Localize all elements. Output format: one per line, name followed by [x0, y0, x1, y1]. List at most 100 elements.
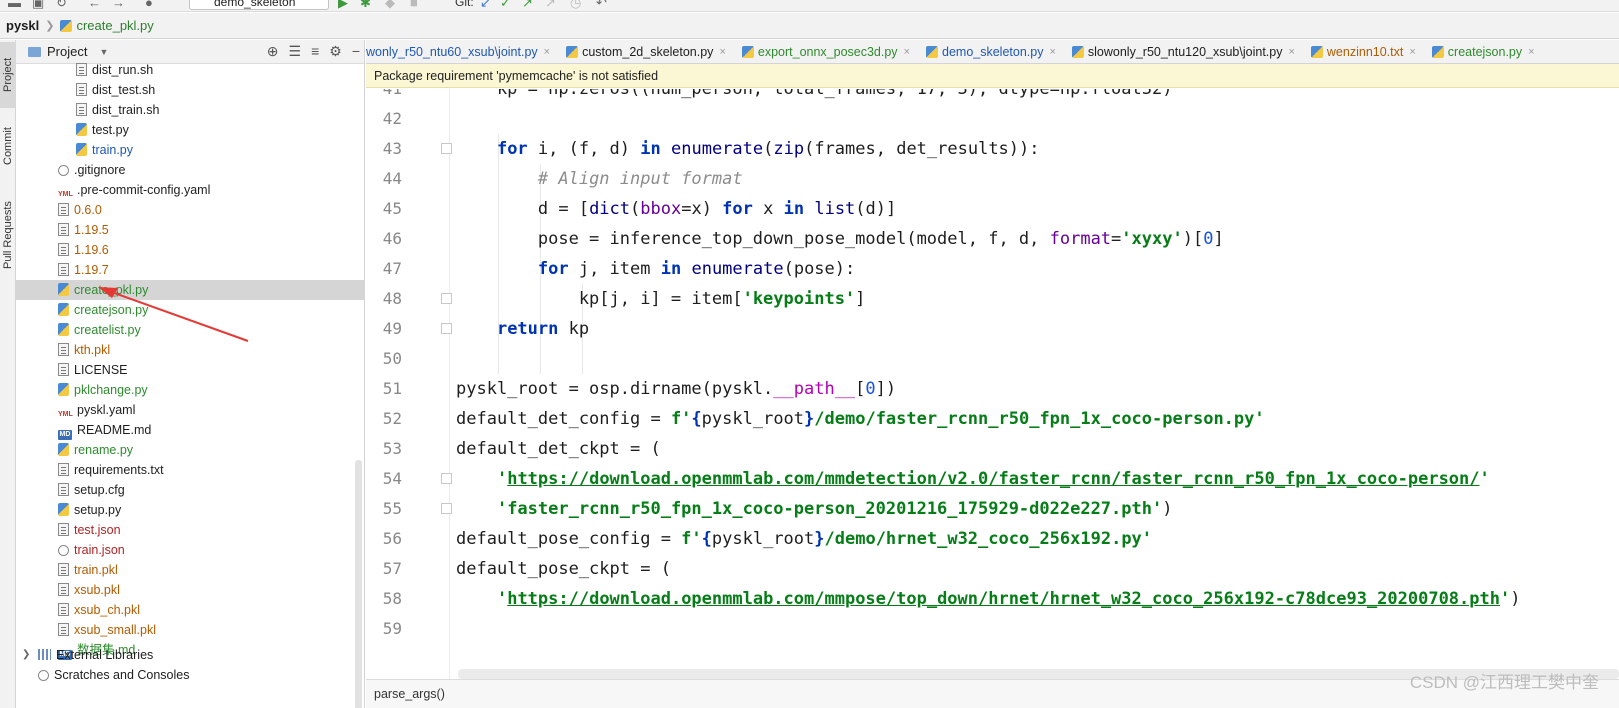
- editor-tab[interactable]: wenzinn10.txt ×: [1303, 40, 1424, 63]
- rollback-icon[interactable]: ↶: [596, 0, 607, 11]
- tree-item[interactable]: YML pyskl.yaml: [16, 400, 364, 420]
- code-line: 52 default_det_config = f'{pyskl_root}/de…: [366, 404, 1619, 434]
- code-editor[interactable]: 41 kp = np.zeros((num_person, total_fram…: [366, 89, 1619, 679]
- code-line: 41 kp = np.zeros((num_person, total_fram…: [366, 89, 1619, 104]
- close-icon[interactable]: ×: [904, 46, 910, 58]
- tree-item[interactable]: xsub.pkl: [16, 580, 364, 600]
- tree-item[interactable]: 0.6.0: [16, 200, 364, 220]
- editor-tab[interactable]: wonly_r50_ntu60_xsub\joint.py ×: [366, 40, 558, 63]
- fold-marker-icon[interactable]: [441, 293, 452, 304]
- tree-item[interactable]: test.json: [16, 520, 364, 540]
- tree-item[interactable]: .gitignore: [16, 160, 364, 180]
- save-icon[interactable]: ▣: [32, 0, 44, 11]
- tree-item[interactable]: rename.py: [16, 440, 364, 460]
- user-icon[interactable]: ●: [145, 0, 153, 10]
- tree-item[interactable]: train.py: [16, 140, 364, 160]
- hide-icon[interactable]: −: [352, 43, 360, 60]
- tree-item[interactable]: dist_train.sh: [16, 100, 364, 120]
- scratches-label: Scratches and Consoles: [54, 668, 190, 682]
- line-number: 42: [382, 109, 402, 128]
- tree-item[interactable]: test.py: [16, 120, 364, 140]
- python-file-icon: [566, 45, 579, 58]
- stop-icon[interactable]: ■: [410, 0, 418, 10]
- commit-tool-button[interactable]: Commit: [0, 116, 16, 176]
- pull-requests-tool-label: Pull Requests: [2, 201, 14, 269]
- project-tool-button[interactable]: Project: [0, 42, 16, 108]
- tree-item[interactable]: 1.19.5: [16, 220, 364, 240]
- tree-item-label: 1.19.7: [74, 263, 109, 277]
- project-panel-title[interactable]: Project: [47, 44, 87, 59]
- python-file-icon: [58, 303, 69, 316]
- git-commit-icon[interactable]: ✓: [500, 0, 511, 11]
- tree-item[interactable]: xsub_small.pkl: [16, 620, 364, 640]
- external-libraries-node[interactable]: ❯ External Libraries: [16, 645, 364, 665]
- run-icon[interactable]: ▶: [338, 0, 348, 11]
- tree-item[interactable]: setup.cfg: [16, 480, 364, 500]
- tree-item[interactable]: createjson.py: [16, 300, 364, 320]
- editor-tab[interactable]: export_onnx_posec3d.py ×: [734, 40, 918, 63]
- editor-tab[interactable]: custom_2d_skeleton.py ×: [558, 40, 734, 63]
- coverage-icon[interactable]: ◆: [385, 0, 395, 11]
- git-update-icon[interactable]: ↙: [480, 0, 491, 11]
- project-scrollbar[interactable]: [355, 460, 362, 708]
- close-icon[interactable]: ×: [1528, 46, 1534, 58]
- tree-item[interactable]: LICENSE: [16, 360, 364, 380]
- fold-marker-icon[interactable]: [441, 143, 452, 154]
- code-text: 'faster_rcnn_r50_fpn_1x_coco-person_2020…: [496, 499, 1173, 519]
- tree-item[interactable]: dist_run.sh: [16, 60, 364, 80]
- fold-marker-icon[interactable]: [441, 323, 452, 334]
- tree-item[interactable]: 1.19.7: [16, 260, 364, 280]
- tree-item-label: pyskl.yaml: [77, 403, 136, 417]
- scratches-node[interactable]: Scratches and Consoles: [16, 665, 364, 685]
- editor-tab[interactable]: demo_skeleton.py ×: [918, 40, 1064, 63]
- tree-item[interactable]: train.pkl: [16, 560, 364, 580]
- tree-item[interactable]: MD README.md: [16, 420, 364, 440]
- tree-item[interactable]: requirements.txt: [16, 460, 364, 480]
- editor-tab[interactable]: createjson.py ×: [1424, 40, 1543, 63]
- tree-item[interactable]: pklchange.py: [16, 380, 364, 400]
- fold-marker-icon[interactable]: [441, 503, 452, 514]
- sync-icon[interactable]: ↻: [56, 0, 67, 11]
- nav-file[interactable]: create_pkl.py: [76, 18, 153, 33]
- nav-project[interactable]: pyskl: [6, 18, 39, 33]
- tree-item[interactable]: 1.19.6: [16, 240, 364, 260]
- locate-icon[interactable]: ⊕: [267, 43, 279, 60]
- chevron-right-icon[interactable]: ❯: [22, 645, 30, 665]
- tree-item[interactable]: train.json: [16, 540, 364, 560]
- tree-item[interactable]: create_pkl.py: [16, 280, 364, 300]
- run-config-select[interactable]: demo_skeleton: [189, 0, 329, 10]
- tree-item[interactable]: setup.py: [16, 500, 364, 520]
- txt-file-icon: [58, 263, 69, 276]
- close-icon[interactable]: ×: [1409, 46, 1415, 58]
- collapse-all-icon[interactable]: ≡: [311, 43, 319, 60]
- back-icon[interactable]: ←: [88, 0, 101, 10]
- line-number: 44: [382, 169, 402, 188]
- fold-marker-icon[interactable]: [441, 473, 452, 484]
- git-push-icon[interactable]: ↗: [522, 0, 533, 11]
- history-icon[interactable]: ◷: [570, 0, 581, 11]
- chevron-down-icon[interactable]: ▼: [99, 47, 108, 57]
- close-icon[interactable]: ×: [544, 46, 550, 58]
- tree-item[interactable]: YML .pre-commit-config.yaml: [16, 180, 364, 200]
- tree-item[interactable]: kth.pkl: [16, 340, 364, 360]
- close-icon[interactable]: ×: [1288, 46, 1294, 58]
- code-text: pyskl_root = osp.dirname(pyskl.__path__[…: [456, 379, 897, 399]
- close-icon[interactable]: ×: [1049, 46, 1055, 58]
- tree-item[interactable]: dist_test.sh: [16, 80, 364, 100]
- txt-file-icon: [58, 603, 69, 616]
- folder-icon[interactable]: ▬: [8, 0, 21, 10]
- git-branch-icon[interactable]: ↗: [545, 0, 556, 11]
- gear-icon[interactable]: ⚙: [329, 43, 342, 60]
- tree-item[interactable]: createlist.py: [16, 320, 364, 340]
- debug-icon[interactable]: ✱: [360, 0, 371, 11]
- code-text: default_pose_ckpt = (: [456, 559, 671, 579]
- code-line: 44 # Align input format: [366, 164, 1619, 194]
- tree-item[interactable]: xsub_ch.pkl: [16, 600, 364, 620]
- python-file-icon: [76, 123, 87, 136]
- txt-file-icon: [58, 343, 69, 356]
- expand-all-icon[interactable]: ☰: [289, 43, 302, 60]
- forward-icon[interactable]: →: [112, 0, 125, 10]
- editor-tab[interactable]: slowonly_r50_ntu120_xsub\joint.py ×: [1064, 40, 1303, 63]
- pull-requests-tool-button[interactable]: Pull Requests: [0, 190, 16, 280]
- close-icon[interactable]: ×: [719, 46, 725, 58]
